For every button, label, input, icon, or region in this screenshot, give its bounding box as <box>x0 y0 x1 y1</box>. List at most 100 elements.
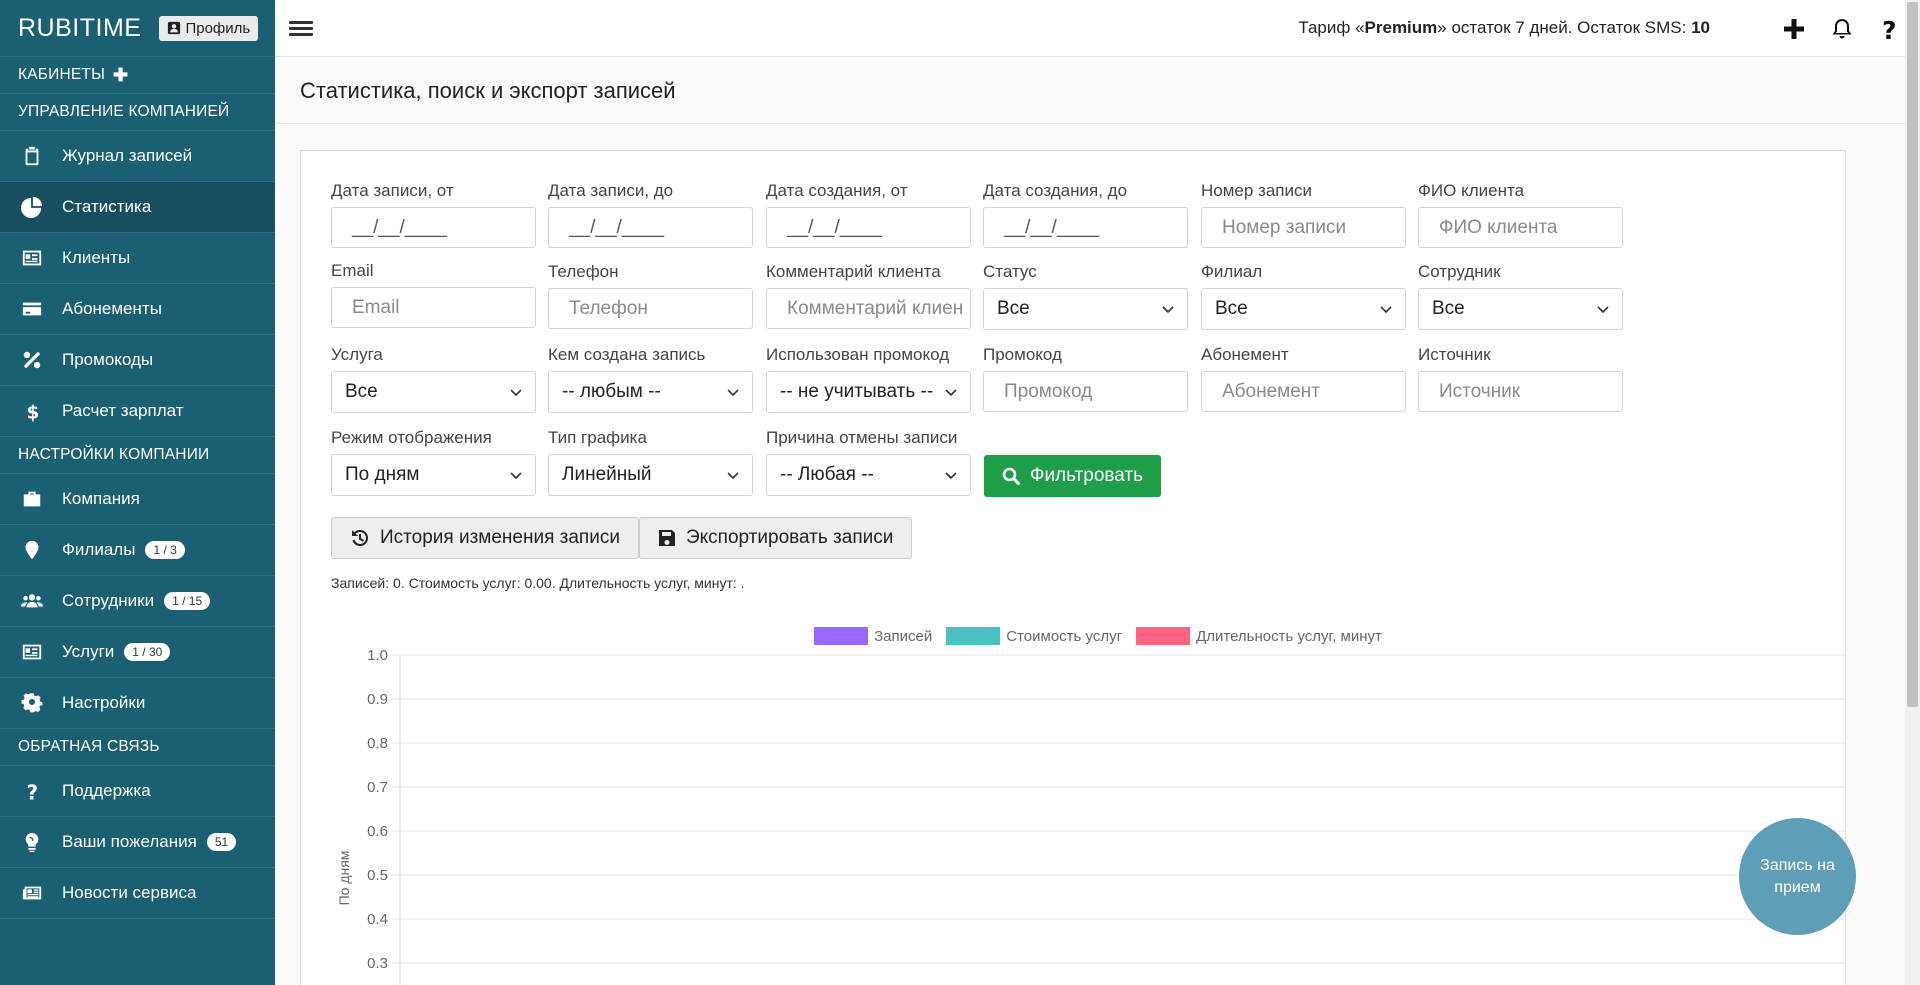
user-icon <box>168 21 181 35</box>
cabinets-label: КАБИНЕТЫ <box>18 66 106 83</box>
y-tick-label: 0.9 <box>367 691 388 708</box>
sms-count: 10 <box>1691 18 1710 37</box>
sidebar-item-clients[interactable]: Клиенты <box>0 233 275 284</box>
sidebar-item-label: Услуги <box>62 642 115 661</box>
add-cabinet-icon[interactable]: ✚ <box>113 65 128 86</box>
cancel-reason-value: -- Любая -- <box>780 464 874 485</box>
chart-type-label: Тип графика <box>548 428 647 447</box>
chevron-down-icon <box>1162 306 1174 314</box>
email-field: Email Email <box>331 261 536 328</box>
chevron-down-icon <box>510 472 522 480</box>
branch-select[interactable]: Все <box>1201 288 1406 330</box>
promo-label: Промокод <box>983 345 1062 364</box>
comment-input[interactable]: Комментарий клиен <box>766 288 971 329</box>
subscription-input[interactable]: Абонемент <box>1201 371 1406 412</box>
briefcase-icon <box>20 487 44 511</box>
scrollbar-thumb[interactable] <box>1907 2 1918 707</box>
id-card-icon <box>20 246 44 270</box>
record-number-input[interactable]: Номер записи <box>1201 207 1406 248</box>
section-settings: НАСТРОЙКИ КОМПАНИИ <box>0 437 275 474</box>
employee-select[interactable]: Все <box>1418 288 1623 330</box>
section-settings-label: НАСТРОЙКИ КОМПАНИИ <box>18 446 210 463</box>
sidebar-item-services[interactable]: Услуги 1 / 30 <box>0 627 275 678</box>
created-from-input[interactable]: __/__/____ <box>766 207 971 248</box>
filter-button-label: Фильтровать <box>1030 465 1144 486</box>
chevron-down-icon <box>727 389 739 397</box>
sidebar-item-employees[interactable]: Сотрудники 1 / 15 <box>0 576 275 627</box>
export-button[interactable]: Экспортировать записи <box>639 517 913 559</box>
help-icon[interactable]: ? <box>1876 16 1902 45</box>
history-button[interactable]: История изменения записи <box>331 517 639 559</box>
section-manage-label: УПРАВЛЕНИЕ КОМПАНИЕЙ <box>18 103 230 120</box>
date-to-input[interactable]: __/__/____ <box>548 207 753 248</box>
y-tick-label: 0.7 <box>367 779 388 796</box>
filter-button[interactable]: Фильтровать <box>984 455 1162 497</box>
percent-icon <box>20 348 44 372</box>
promo-input[interactable]: Промокод <box>983 371 1188 412</box>
y-axis-label: По дням <box>336 851 352 906</box>
sidebar-item-label: Расчет зарплат <box>62 401 184 420</box>
scrollbar[interactable] <box>1905 0 1920 985</box>
chart-type-select[interactable]: Линейный <box>548 454 753 496</box>
profile-button[interactable]: Профиль <box>159 15 259 41</box>
phone-input[interactable]: Телефон <box>548 288 753 329</box>
add-icon[interactable] <box>1781 16 1807 42</box>
y-tick-label: 1.0 <box>367 647 388 664</box>
id-card-icon <box>20 640 44 664</box>
book-appointment-button[interactable]: Запись на прием <box>1739 818 1856 935</box>
topbar: Тариф «Premium» остаток 7 дней. Остаток … <box>275 0 1905 57</box>
count-badge: 51 <box>206 833 237 851</box>
display-mode-select[interactable]: По дням <box>331 454 536 496</box>
client-name-input[interactable]: ФИО клиента <box>1418 207 1623 248</box>
sidebar-item-salary[interactable]: $ Расчет зарплат <box>0 386 275 437</box>
promo-used-select[interactable]: -- не учитывать -- <box>766 371 971 413</box>
sidebar-item-promocodes[interactable]: Промокоды <box>0 335 275 386</box>
cabinets-section[interactable]: КАБИНЕТЫ ✚ <box>0 57 275 94</box>
cancel-reason-field: Причина отмены записи -- Любая -- <box>766 428 971 496</box>
map-pin-icon <box>20 538 44 562</box>
employee-label: Сотрудник <box>1418 262 1501 281</box>
created-from-field: Дата создания, от __/__/____ <box>766 181 971 248</box>
count-badge: 1 / 15 <box>164 592 211 610</box>
created-to-input[interactable]: __/__/____ <box>983 207 1188 248</box>
subscription-label: Абонемент <box>1201 345 1289 364</box>
chevron-down-icon <box>510 389 522 397</box>
sidebar-item-company[interactable]: Компания <box>0 474 275 525</box>
tariff-suffix: » остаток 7 дней. Остаток SMS: <box>1437 18 1692 37</box>
client-name-field: ФИО клиента ФИО клиента <box>1418 181 1623 248</box>
sidebar-item-settings[interactable]: Настройки <box>0 678 275 729</box>
menu-toggle-icon[interactable] <box>289 16 313 40</box>
created-by-field: Кем создана запись -- любым -- <box>548 345 753 413</box>
newspaper-icon <box>20 881 44 905</box>
cancel-reason-label: Причина отмены записи <box>766 428 958 447</box>
status-select[interactable]: Все <box>983 288 1188 330</box>
service-label: Услуга <box>331 345 383 364</box>
email-input[interactable]: Email <box>331 287 536 328</box>
brand-logo[interactable]: RUBITIME <box>18 14 141 43</box>
cancel-reason-select[interactable]: -- Любая -- <box>766 454 971 496</box>
comment-label: Комментарий клиента <box>766 262 941 281</box>
svg-text:?: ? <box>27 780 39 802</box>
sidebar-item-branches[interactable]: Филиалы 1 / 3 <box>0 525 275 576</box>
date-from-input[interactable]: __/__/____ <box>331 207 536 248</box>
created-to-field: Дата создания, до __/__/____ <box>983 181 1188 248</box>
email-label: Email <box>331 261 374 280</box>
display-mode-field: Режим отображения По дням <box>331 428 536 496</box>
sidebar-item-journal[interactable]: Журнал записей <box>0 131 275 182</box>
bell-icon[interactable] <box>1829 16 1855 42</box>
sidebar-item-statistics[interactable]: Статистика <box>0 182 275 233</box>
gear-icon <box>20 691 44 715</box>
sidebar-item-wishes[interactable]: Ваши пожелания 51 <box>0 817 275 868</box>
sidebar-item-subscriptions[interactable]: Абонементы <box>0 284 275 335</box>
status-field: Статус Все <box>983 262 1188 330</box>
source-input[interactable]: Источник <box>1418 371 1623 412</box>
sidebar-item-support[interactable]: ? Поддержка <box>0 766 275 817</box>
service-field: Услуга Все <box>331 345 536 413</box>
service-select[interactable]: Все <box>331 371 536 413</box>
employee-value: Все <box>1432 298 1465 319</box>
question-icon: ? <box>20 779 44 803</box>
sidebar-item-news[interactable]: Новости сервиса <box>0 868 275 919</box>
tariff-name: Premium <box>1364 18 1438 37</box>
created-by-select[interactable]: -- любым -- <box>548 371 753 413</box>
display-mode-value: По дням <box>345 464 420 485</box>
